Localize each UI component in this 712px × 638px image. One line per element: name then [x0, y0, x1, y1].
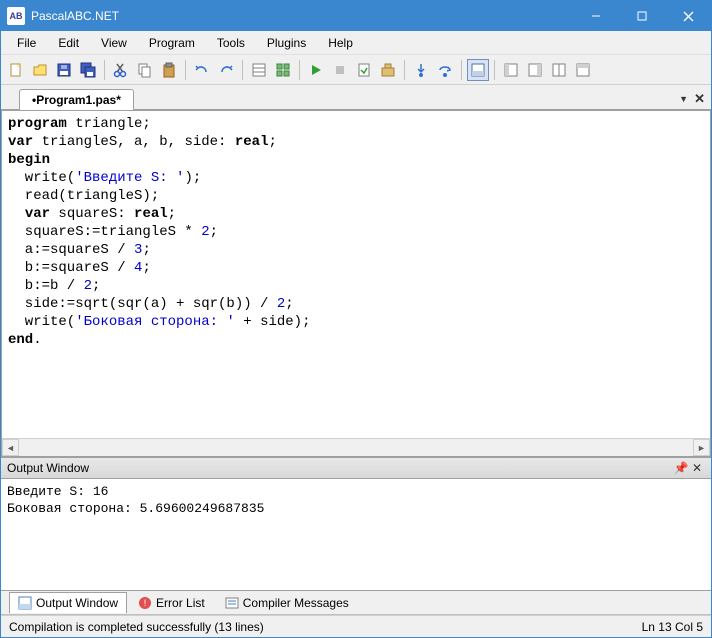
- output-window-icon: [18, 596, 32, 610]
- menu-view[interactable]: View: [91, 33, 137, 53]
- menu-file[interactable]: File: [7, 33, 46, 53]
- cursor-position: Ln 13 Col 5: [642, 620, 703, 634]
- window-layout-1-icon[interactable]: [500, 59, 522, 81]
- document-tabbar: •Program1.pas* ▼ ✕: [1, 85, 711, 110]
- window-layout-4-icon[interactable]: [572, 59, 594, 81]
- step-into-icon[interactable]: [410, 59, 432, 81]
- toolbar: [1, 55, 711, 85]
- menu-tools[interactable]: Tools: [207, 33, 255, 53]
- save-all-icon[interactable]: [77, 59, 99, 81]
- compile-icon[interactable]: [353, 59, 375, 81]
- pin-icon[interactable]: 📌: [673, 461, 689, 475]
- separator: [461, 60, 462, 80]
- editor-area: program triangle;var triangleS, a, b, si…: [1, 110, 711, 457]
- menu-program[interactable]: Program: [139, 33, 205, 53]
- horizontal-scrollbar[interactable]: ◄ ►: [2, 439, 710, 456]
- modules-icon[interactable]: [272, 59, 294, 81]
- tab-dropdown-icon[interactable]: ▼: [679, 94, 688, 104]
- menu-help[interactable]: Help: [318, 33, 363, 53]
- separator: [404, 60, 405, 80]
- copy-icon[interactable]: [134, 59, 156, 81]
- close-button[interactable]: [665, 1, 711, 31]
- code-editor[interactable]: program triangle;var triangleS, a, b, si…: [2, 111, 710, 439]
- output-window-toggle-icon[interactable]: [467, 59, 489, 81]
- undo-icon[interactable]: [191, 59, 213, 81]
- save-icon[interactable]: [53, 59, 75, 81]
- run-icon[interactable]: [305, 59, 327, 81]
- svg-text:!: !: [144, 598, 147, 608]
- menu-edit[interactable]: Edit: [48, 33, 89, 53]
- error-list-icon: !: [138, 596, 152, 610]
- open-file-icon[interactable]: [29, 59, 51, 81]
- menubar: File Edit View Program Tools Plugins Hel…: [1, 31, 711, 55]
- properties-icon[interactable]: [248, 59, 270, 81]
- menu-plugins[interactable]: Plugins: [257, 33, 316, 53]
- cut-icon[interactable]: [110, 59, 132, 81]
- app-icon: AB: [7, 7, 25, 25]
- separator: [104, 60, 105, 80]
- window-layout-2-icon[interactable]: [524, 59, 546, 81]
- redo-icon[interactable]: [215, 59, 237, 81]
- step-over-icon[interactable]: [434, 59, 456, 81]
- window-title: PascalABC.NET: [31, 9, 573, 23]
- tab-close-icon[interactable]: ✕: [694, 91, 705, 107]
- scroll-right-icon[interactable]: ►: [693, 439, 710, 456]
- bottom-tabbar: Output Window ! Error List Compiler Mess…: [1, 591, 711, 615]
- btab-error-list[interactable]: ! Error List: [129, 592, 214, 614]
- maximize-button[interactable]: [619, 1, 665, 31]
- output-panel[interactable]: Введите S: 16 Боковая сторона: 5.6960024…: [1, 479, 711, 591]
- separator: [299, 60, 300, 80]
- statusbar: Compilation is completed successfully (1…: [1, 615, 711, 637]
- titlebar: AB PascalABC.NET: [1, 1, 711, 31]
- btab-label: Output Window: [36, 596, 118, 610]
- separator: [185, 60, 186, 80]
- status-message: Compilation is completed successfully (1…: [9, 620, 642, 634]
- scroll-left-icon[interactable]: ◄: [2, 439, 19, 456]
- compiler-messages-icon: [225, 596, 239, 610]
- btab-compiler-messages[interactable]: Compiler Messages: [216, 592, 358, 614]
- btab-label: Compiler Messages: [243, 596, 349, 610]
- window-layout-3-icon[interactable]: [548, 59, 570, 81]
- tab-program1[interactable]: •Program1.pas*: [19, 89, 134, 110]
- stop-icon[interactable]: [329, 59, 351, 81]
- output-panel-header: Output Window 📌 ✕: [1, 457, 711, 479]
- btab-output-window[interactable]: Output Window: [9, 592, 127, 613]
- btab-label: Error List: [156, 596, 205, 610]
- minimize-button[interactable]: [573, 1, 619, 31]
- close-panel-icon[interactable]: ✕: [689, 461, 705, 475]
- paste-icon[interactable]: [158, 59, 180, 81]
- output-panel-title: Output Window: [7, 461, 89, 475]
- separator: [242, 60, 243, 80]
- build-icon[interactable]: [377, 59, 399, 81]
- scroll-track[interactable]: [19, 439, 693, 456]
- new-file-icon[interactable]: [5, 59, 27, 81]
- separator: [494, 60, 495, 80]
